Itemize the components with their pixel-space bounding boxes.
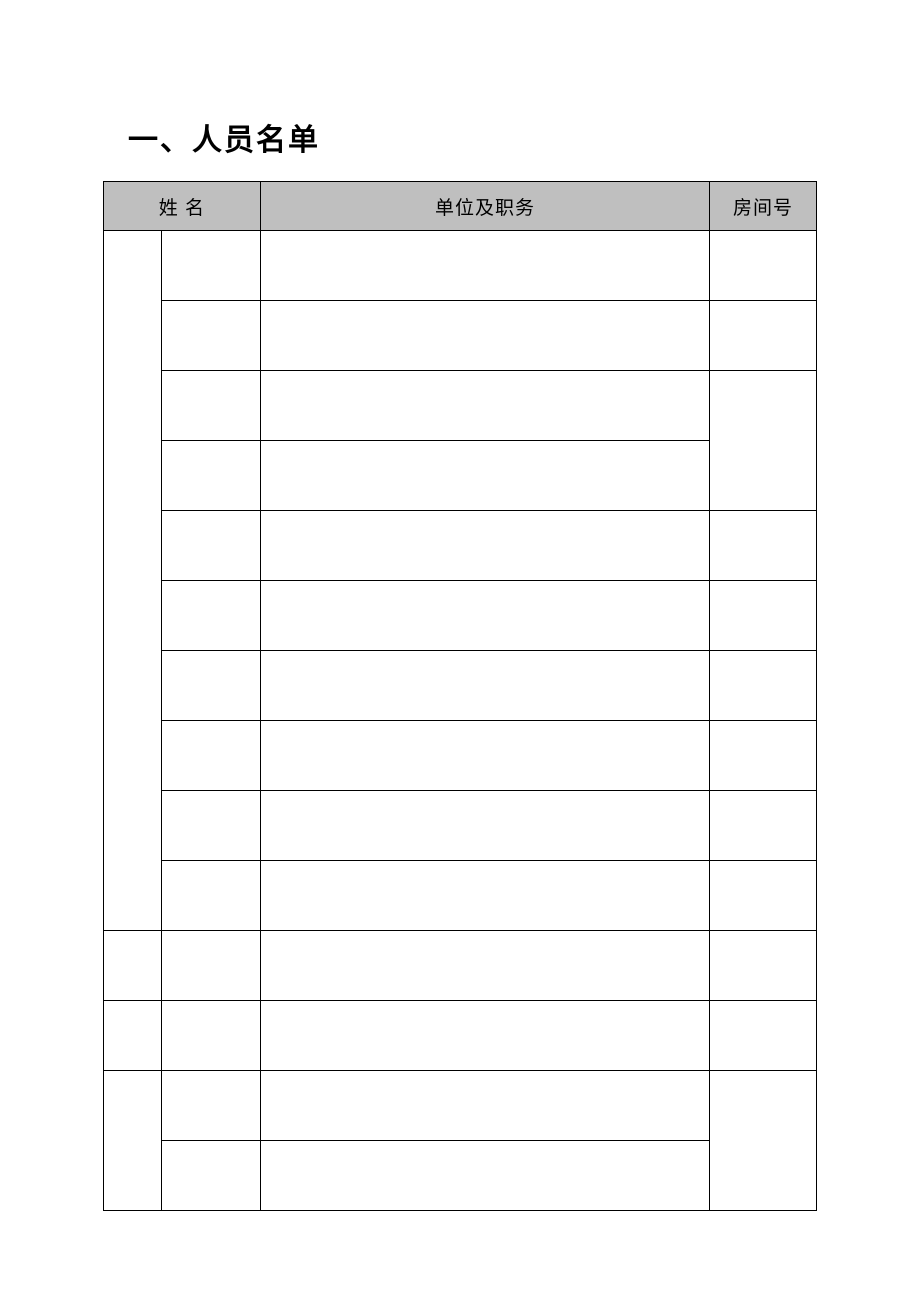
cell-unit [260,931,709,1001]
cell-room [710,721,817,791]
cell-unit [260,651,709,721]
table-row [104,441,817,511]
cell-room [710,301,817,371]
cell-room [710,511,817,581]
cell-name [161,651,260,721]
cell-unit [260,581,709,651]
table-header-row: 姓 名 单位及职务 房间号 [104,182,817,231]
cell-unit [260,1071,709,1141]
table-row [104,371,817,441]
cell-name [161,861,260,931]
cell-unit [260,791,709,861]
cell-group [104,1071,162,1211]
cell-unit [260,1141,709,1211]
table-row [104,581,817,651]
table-row [104,511,817,581]
table-row [104,651,817,721]
table-row [104,1141,817,1211]
table-row [104,231,817,301]
cell-name [161,1141,260,1211]
table-row [104,791,817,861]
cell-room [710,861,817,931]
cell-room [710,1001,817,1071]
table-row [104,931,817,1001]
cell-name [161,511,260,581]
cell-unit [260,441,709,511]
cell-group [104,1001,162,1071]
cell-name [161,1001,260,1071]
cell-unit [260,861,709,931]
page-title: 一、人员名单 [128,115,320,159]
table-row [104,721,817,791]
cell-unit [260,301,709,371]
cell-name [161,441,260,511]
table-row [104,861,817,931]
cell-room [710,791,817,861]
cell-name [161,721,260,791]
cell-unit [260,721,709,791]
cell-name [161,791,260,861]
cell-room [710,1071,817,1211]
table-row [104,1071,817,1141]
cell-name [161,581,260,651]
header-name: 姓 名 [104,182,261,231]
cell-room [710,651,817,721]
table-row [104,301,817,371]
cell-unit [260,511,709,581]
cell-name [161,231,260,301]
cell-name [161,931,260,1001]
cell-name [161,1071,260,1141]
personnel-table: 姓 名 单位及职务 房间号 [103,181,817,1211]
header-unit: 单位及职务 [260,182,709,231]
cell-room [710,931,817,1001]
cell-room [710,231,817,301]
personnel-table-container: 姓 名 单位及职务 房间号 [103,181,817,1211]
cell-name [161,301,260,371]
header-room: 房间号 [710,182,817,231]
cell-unit [260,231,709,301]
cell-unit [260,371,709,441]
cell-unit [260,1001,709,1071]
cell-name [161,371,260,441]
cell-room [710,371,817,511]
table-row [104,1001,817,1071]
cell-room [710,581,817,651]
cell-group [104,231,162,931]
cell-group [104,931,162,1001]
